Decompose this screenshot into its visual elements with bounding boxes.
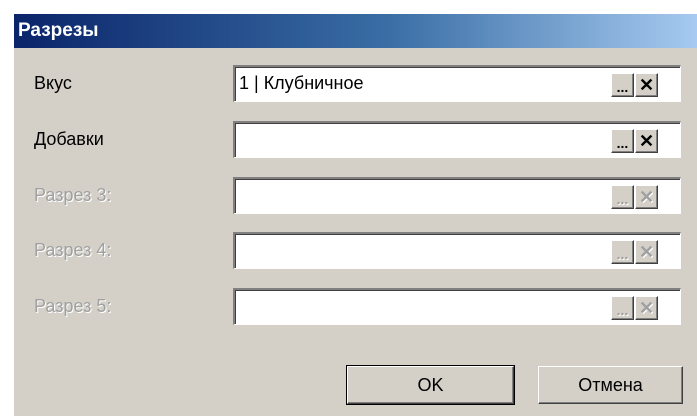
browse-button: ... [611,185,634,209]
row-dobavki: Добавки ... ✕ [14,121,697,161]
browse-button: ... [611,296,634,320]
row-label: Разрез 3: [34,185,112,205]
ok-button[interactable]: OK [346,365,515,405]
row-vkus: Вкус 1 | Клубничное ... ✕ [14,65,697,105]
row-razrez-4: Разрез 4: ... ✕ [14,232,697,272]
cancel-button[interactable]: Отмена [538,366,683,404]
razrez-3-field: ... ✕ [233,177,681,214]
clear-icon[interactable]: ✕ [635,129,658,153]
row-label: Вкус [34,73,72,93]
razrez-5-field: ... ✕ [233,288,681,325]
vkus-field[interactable]: 1 | Клубничное ... ✕ [233,65,681,102]
row-razrez-5: Разрез 5: ... ✕ [14,288,697,328]
dobavki-field[interactable]: ... ✕ [233,121,681,158]
browse-button[interactable]: ... [611,73,634,97]
razrez-4-field: ... ✕ [233,232,681,269]
browse-button: ... [611,240,634,264]
clear-icon[interactable]: ✕ [635,73,658,97]
clear-icon: ✕ [635,185,658,209]
row-label: Добавки [34,129,104,149]
row-label: Разрез 5: [34,296,112,316]
row-razrez-3: Разрез 3: ... ✕ [14,177,697,217]
dialog-window: Разрезы Вкус 1 | Клубничное ... ✕ Добавк… [13,13,697,416]
clear-icon: ✕ [635,240,658,264]
browse-button[interactable]: ... [611,129,634,153]
field-value: 1 | Клубничное [239,73,364,93]
row-label: Разрез 4: [34,240,112,260]
dialog-title: Разрезы [14,14,697,48]
clear-icon: ✕ [635,296,658,320]
